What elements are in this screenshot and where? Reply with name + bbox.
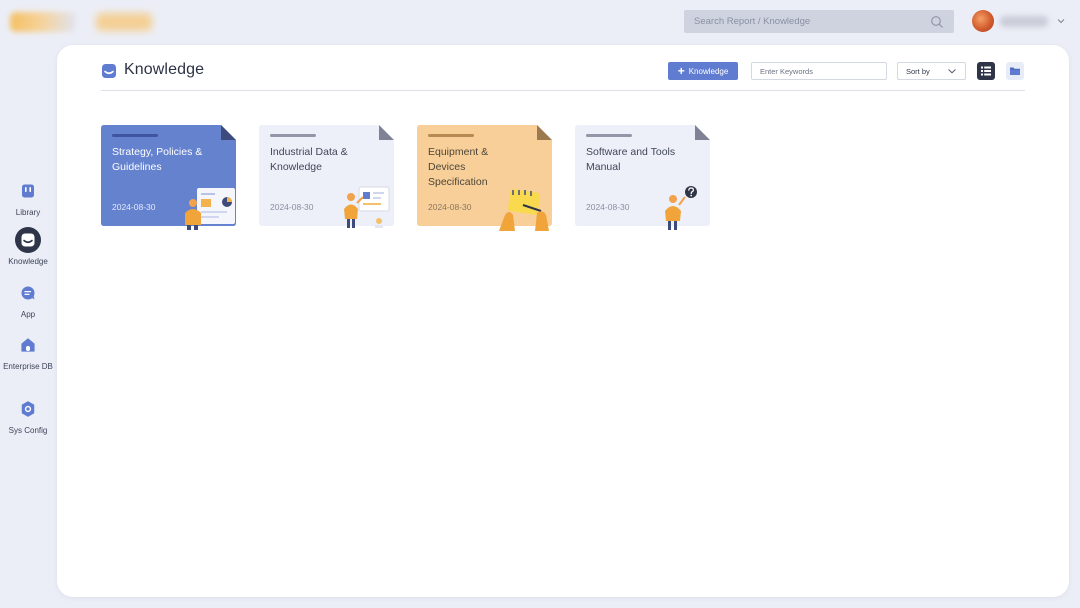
plus-icon: +	[677, 64, 685, 78]
user-name-redacted	[1000, 16, 1048, 27]
knowledge-card-industrial-data[interactable]: Industrial Data & Knowledge 2024-08-30	[259, 125, 394, 228]
add-knowledge-button[interactable]: + Knowledge	[668, 62, 738, 80]
knowledge-card-software-tools[interactable]: Software and Tools Manual 2024-08-30	[575, 125, 710, 230]
gear-icon	[21, 401, 35, 417]
top-bar: Search Report / Knowledge	[0, 0, 1080, 44]
card-title: Industrial Data & Knowledge	[270, 146, 348, 173]
knowledge-icon	[102, 64, 116, 78]
card-accent-bar	[586, 134, 632, 137]
sidebar-item-label: Library	[15, 208, 41, 217]
card-accent-bar	[112, 134, 158, 137]
chevron-down-icon[interactable]	[1056, 16, 1066, 26]
keyword-search-input[interactable]	[751, 62, 887, 80]
search-icon[interactable]	[930, 15, 944, 29]
dashboard-illustration-icon	[185, 188, 235, 230]
sidebar-item-app[interactable]: App	[0, 280, 56, 320]
sidebar-item-enterprise-db[interactable]: Enterprise DB	[0, 332, 56, 372]
brand-name-redacted	[96, 13, 152, 31]
sort-by-label: Sort by	[906, 66, 930, 76]
card-date: 2024-08-30	[112, 202, 156, 212]
user-avatar[interactable]	[972, 10, 994, 32]
list-view-icon	[981, 66, 991, 76]
folder-view-button[interactable]	[1006, 62, 1024, 80]
app-logo	[10, 12, 76, 32]
knowledge-card-equipment[interactable]: Equipment & Devices Specification 2024-0…	[417, 125, 552, 231]
app-icon	[21, 286, 35, 300]
page-header: Knowledge + Knowledge Sort by	[101, 59, 1025, 91]
add-knowledge-label: Knowledge	[688, 66, 729, 76]
card-date: 2024-08-30	[586, 202, 630, 212]
sidebar-item-label: Sys Config	[8, 426, 48, 435]
enterprise-db-icon	[21, 338, 35, 352]
main-panel: Knowledge + Knowledge Sort by	[57, 45, 1069, 597]
card-date: 2024-08-30	[270, 202, 314, 212]
notepad-writing-illustration-icon	[499, 189, 549, 231]
sidebar-item-library[interactable]: Library	[0, 178, 56, 218]
sidebar-item-knowledge[interactable]: Knowledge	[0, 227, 56, 267]
card-accent-bar	[428, 134, 474, 137]
search-placeholder: Search Report / Knowledge	[694, 16, 811, 27]
card-date: 2024-08-30	[428, 202, 472, 212]
card-title: Strategy, Policies & Guidelines	[112, 146, 203, 173]
presentation-illustration-icon	[344, 186, 390, 228]
card-accent-bar	[270, 134, 316, 137]
knowledge-icon	[21, 233, 35, 247]
list-view-button[interactable]	[977, 62, 995, 80]
sidebar-item-label: Enterprise DB	[3, 362, 53, 371]
sidebar-item-label: Knowledge	[8, 257, 48, 266]
page-title: Knowledge	[124, 61, 205, 78]
chevron-down-icon	[948, 69, 956, 74]
card-title: Software and Tools Manual	[586, 146, 676, 173]
question-person-illustration-icon	[665, 186, 697, 230]
sidebar-item-label: App	[20, 310, 36, 319]
sort-by-select[interactable]: Sort by	[897, 62, 966, 80]
knowledge-card-strategy[interactable]: Strategy, Policies & Guidelines 2024-08-…	[101, 125, 236, 230]
folder-icon	[1010, 67, 1020, 75]
global-search-input[interactable]: Search Report / Knowledge	[684, 10, 954, 33]
sidebar-item-sys-config[interactable]: Sys Config	[0, 396, 56, 436]
library-icon	[22, 184, 34, 198]
card-title: Equipment & Devices Specification	[428, 146, 489, 188]
